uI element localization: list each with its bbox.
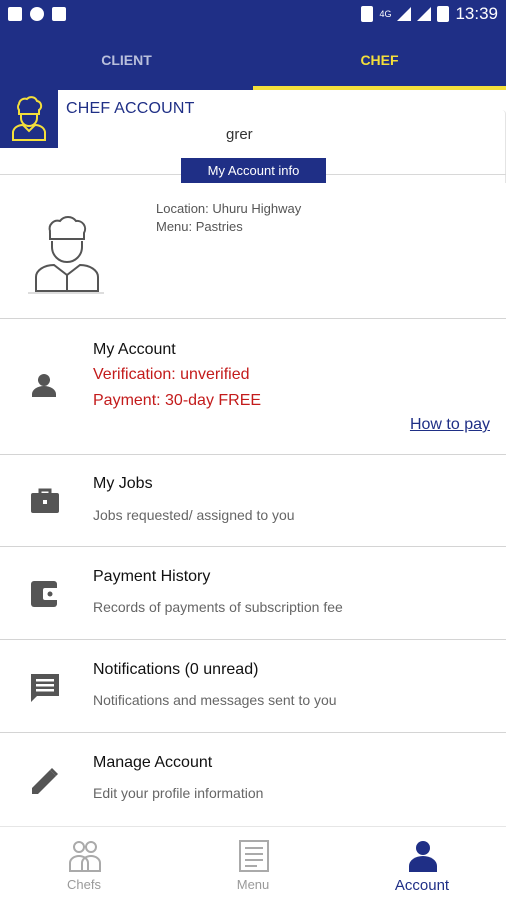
list-item-subtitle: Notifications and messages sent to you — [93, 692, 337, 708]
pencil-icon — [32, 768, 58, 794]
profile-location: Location: Uhuru Highway — [156, 201, 302, 216]
profile-menu: Menu: Pastries — [156, 219, 243, 234]
chef-avatar-icon — [28, 216, 104, 294]
my-account-row[interactable]: My Account Verification: unverified Paym… — [0, 319, 506, 454]
list-item-subtitle: Jobs requested/ assigned to you — [93, 507, 295, 523]
network-type: 4G — [379, 8, 392, 19]
manage-account-row[interactable]: Manage Account Edit your profile informa… — [0, 733, 506, 825]
signal-icon-2 — [417, 7, 432, 21]
list-item-title: Notifications (0 unread) — [93, 661, 259, 678]
briefcase-icon — [31, 488, 59, 513]
wallet-icon — [31, 581, 59, 607]
chef-badge-icon — [12, 96, 46, 141]
list-item-title: My Jobs — [93, 475, 153, 492]
verification-status: Verification: unverified — [93, 366, 250, 383]
payment-history-row[interactable]: Payment History Records of payments of s… — [0, 547, 506, 639]
account-title: CHEF ACCOUNT — [66, 100, 195, 117]
clock: 13:39 — [455, 4, 498, 23]
notifications-row[interactable]: Notifications (0 unread) Notifications a… — [0, 640, 506, 732]
account-icon — [409, 841, 437, 872]
nav-label: Menu — [236, 877, 270, 892]
list-item-subtitle: Edit your profile information — [93, 785, 264, 801]
nav-menu[interactable]: Menu — [169, 827, 337, 901]
list-item-title: Manage Account — [93, 754, 213, 771]
signal-icon — [397, 7, 412, 21]
message-icon — [31, 674, 59, 702]
my-account-info-button[interactable]: My Account info — [181, 158, 326, 183]
tab-chef[interactable]: CHEF — [253, 32, 506, 90]
nav-chefs[interactable]: Chefs — [0, 827, 168, 901]
nav-label: Account — [394, 877, 450, 894]
payment-status: Payment: 30-day FREE — [93, 392, 262, 409]
nav-label: Chefs — [67, 877, 101, 892]
how-to-pay-link[interactable]: How to pay — [410, 416, 490, 434]
my-jobs-row[interactable]: My Jobs Jobs requested/ assigned to you — [0, 455, 506, 546]
profile-section: Location: Uhuru Highway Menu: Pastries — [0, 183, 506, 318]
nav-account[interactable]: Account — [338, 827, 506, 901]
battery-icon — [437, 6, 450, 22]
top-tabs: CLIENT CHEF — [0, 32, 506, 90]
sim-icon — [361, 6, 374, 22]
list-item-subtitle: Records of payments of subscription fee — [93, 599, 343, 615]
person-icon — [32, 374, 56, 397]
account-name: grer — [226, 126, 253, 143]
menu-icon — [239, 840, 269, 872]
gallery-icon — [8, 7, 22, 21]
bottom-navigation: Chefs Menu Account — [0, 826, 506, 900]
status-bar: 4G 13:39 — [0, 0, 506, 32]
my-account-title: My Account — [93, 341, 176, 358]
list-item-title: Payment History — [93, 568, 211, 585]
tab-client[interactable]: CLIENT — [0, 32, 253, 90]
chefs-icon — [69, 841, 101, 872]
chef-badge — [0, 90, 58, 148]
notification-icon — [52, 7, 66, 21]
telegram-icon — [30, 7, 44, 21]
